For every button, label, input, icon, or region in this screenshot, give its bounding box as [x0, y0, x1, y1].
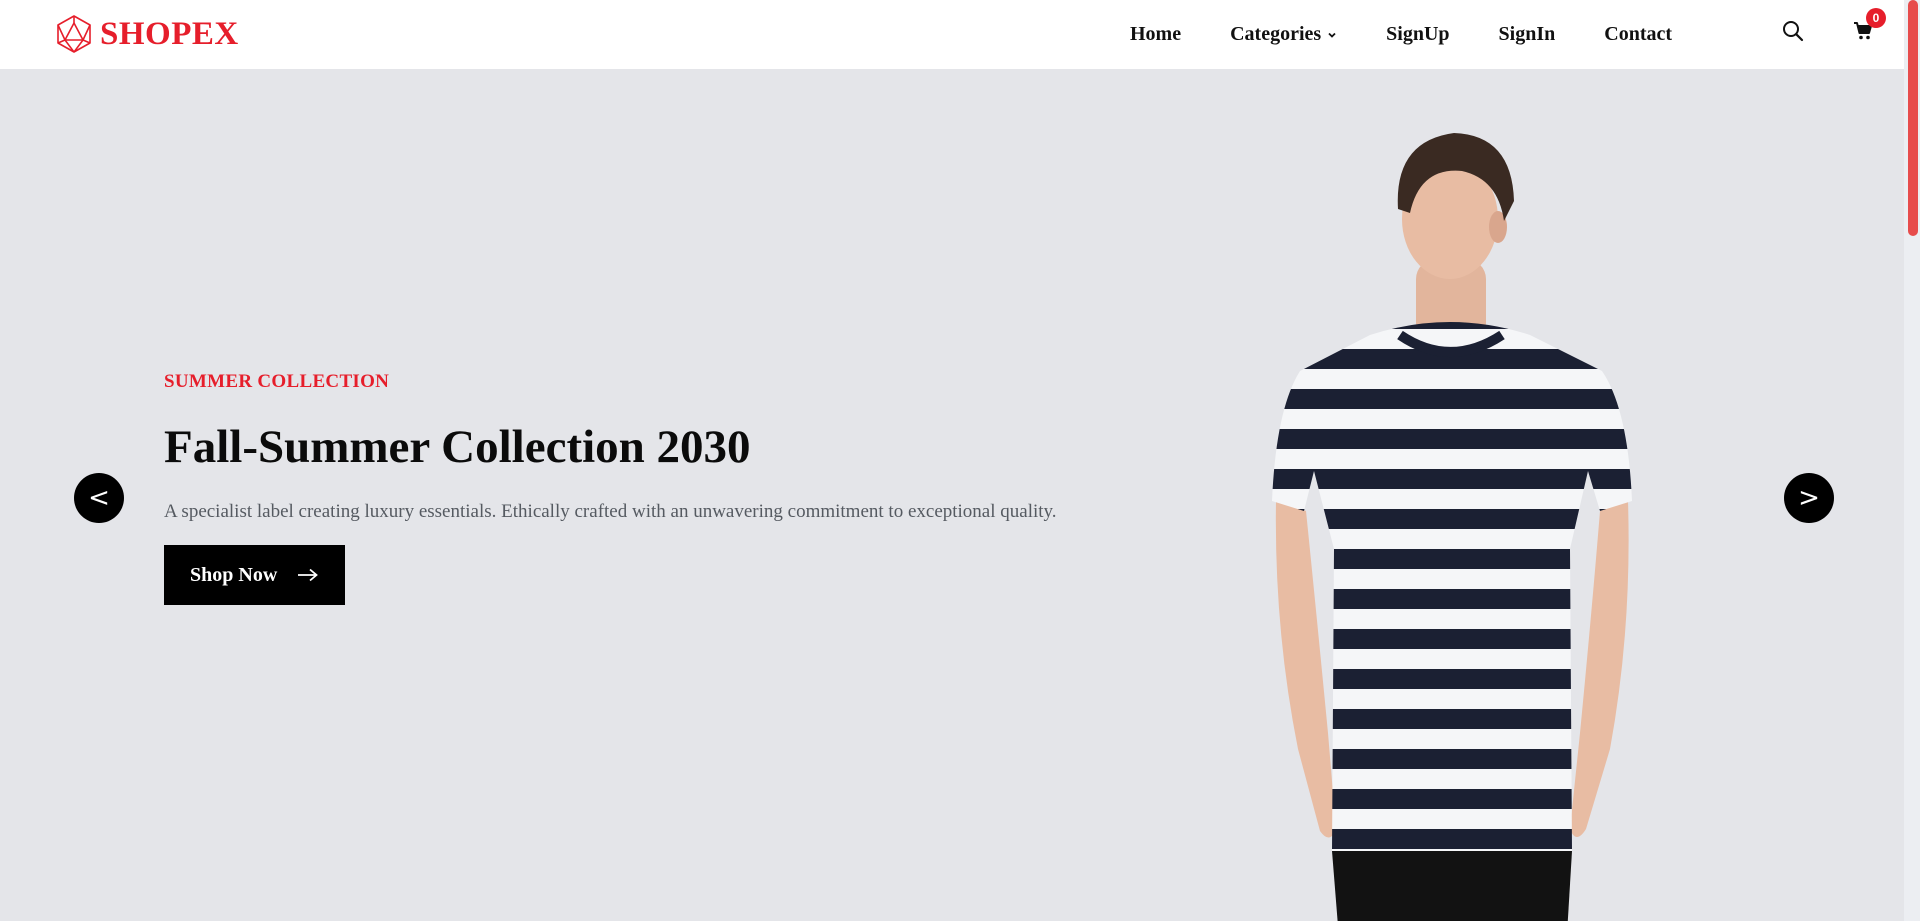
slider-prev-button[interactable]: < [74, 473, 124, 523]
hero-title: Fall-Summer Collection 2030 [164, 421, 751, 473]
polyhedron-logo-icon [54, 14, 94, 54]
search-button[interactable] [1778, 16, 1808, 46]
chevron-down-icon [1327, 30, 1337, 40]
scrollbar-thumb[interactable] [1908, 0, 1918, 236]
nav-item-home[interactable]: Home [1130, 23, 1181, 46]
model-image [1240, 109, 1660, 921]
nav-item-signin[interactable]: SignIn [1499, 23, 1556, 46]
main-nav: Home Categories SignUp SignIn Contact [1130, 0, 1672, 69]
arrow-right-icon [298, 568, 319, 582]
nav-item-signup[interactable]: SignUp [1386, 23, 1449, 46]
slider-next-button[interactable]: > [1784, 473, 1834, 523]
hero-content: SUMMER COLLECTION Fall-Summer Collection… [164, 371, 1064, 605]
nav-item-contact[interactable]: Contact [1604, 23, 1672, 46]
nav-item-label: Contact [1604, 23, 1673, 45]
search-icon [1783, 21, 1804, 42]
nav-item-label: Categories [1230, 23, 1322, 45]
nav-item-label: Home [1130, 23, 1182, 45]
hero-slider: < SUMMER COLLECTION Fall-Summer Collecti… [0, 69, 1904, 921]
shop-now-button[interactable]: Shop Now [164, 545, 346, 605]
cart-button[interactable]: 0 [1848, 8, 1886, 46]
nav-item-categories[interactable]: Categories [1230, 23, 1337, 46]
shop-now-label: Shop Now [190, 563, 278, 586]
site-header: SHOPEX Home Categories SignUp SignIn Con… [0, 0, 1904, 69]
page-scrollbar[interactable] [1904, 0, 1920, 921]
brand-name: SHOPEX [100, 15, 239, 52]
cart-count-badge: 0 [1866, 8, 1886, 28]
nav-item-label: SignIn [1498, 23, 1556, 45]
hero-eyebrow: SUMMER COLLECTION [164, 371, 390, 392]
brand-logo[interactable]: SHOPEX [54, 10, 239, 58]
hero-description: A specialist label creating luxury essen… [164, 501, 1057, 522]
nav-item-label: SignUp [1386, 23, 1450, 45]
